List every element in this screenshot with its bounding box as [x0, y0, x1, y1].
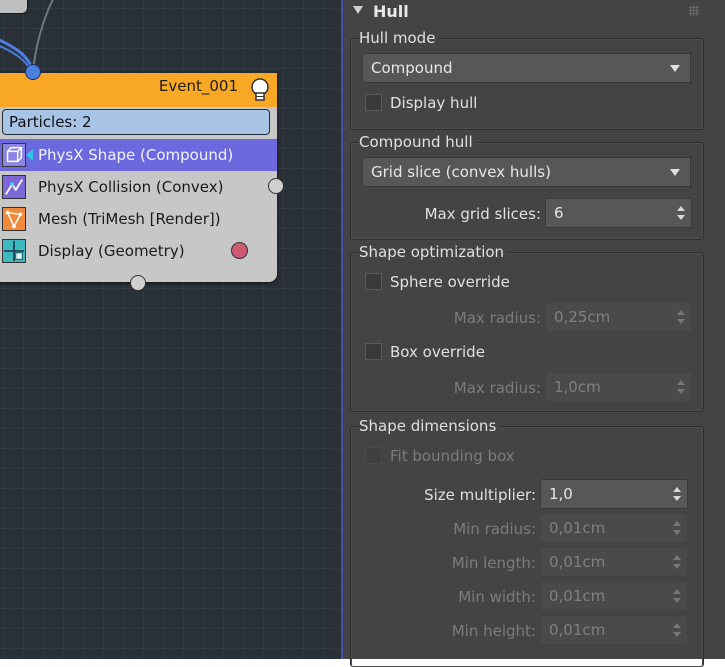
sphere-override-label[interactable]: Sphere override	[390, 273, 510, 291]
fit-bounding-box-label[interactable]: Fit bounding box	[390, 447, 515, 465]
lightbulb-icon[interactable]	[250, 77, 270, 103]
box-max-radius-spinner[interactable]: 1,0cm	[545, 372, 692, 402]
compound-method-dropdown[interactable]: Grid slice (convex hulls)	[362, 157, 691, 187]
spin-up-icon[interactable]	[673, 623, 681, 628]
spinner-value: 0,01cm	[549, 587, 606, 605]
spin-down-icon[interactable]	[677, 215, 685, 220]
operator-label: PhysX Shape (Compound)	[38, 146, 234, 164]
sphere-max-radius-spinner[interactable]: 0,25cm	[545, 302, 692, 332]
chevron-down-icon	[670, 65, 680, 72]
chevron-down-icon	[670, 169, 680, 176]
spin-up-icon[interactable]	[673, 589, 681, 594]
shape-cube-icon	[2, 143, 26, 167]
input-port[interactable]	[25, 64, 41, 80]
min-length-spinner[interactable]: 0,01cm	[540, 547, 688, 577]
display-grid-icon	[2, 239, 26, 263]
operator-label: Mesh (TriMesh [Render])	[38, 210, 221, 228]
particles-count: Particles: 2	[2, 109, 270, 135]
spinner-value: 0,01cm	[549, 519, 606, 537]
spin-down-icon[interactable]	[673, 496, 681, 501]
group-hull-mode: Hull mode Compound Display hull	[350, 29, 704, 130]
node-output-port[interactable]	[130, 275, 146, 291]
spin-down-icon[interactable]	[673, 632, 681, 637]
min-height-spinner[interactable]: 0,01cm	[540, 615, 688, 645]
size-multiplier-label: Size multiplier:	[424, 486, 536, 504]
spinner-value: 1,0	[549, 485, 573, 503]
spin-up-icon[interactable]	[673, 555, 681, 560]
min-width-spinner[interactable]: 0,01cm	[540, 581, 688, 611]
sphere-override-checkbox[interactable]	[365, 273, 382, 290]
box-max-radius-label: Max radius:	[453, 379, 541, 397]
operator-label: PhysX Collision (Convex)	[38, 178, 224, 196]
max-grid-slices-spinner[interactable]: 6	[545, 198, 692, 228]
particle-view-graph[interactable]: Event_001 Particles: 2 PhysX Shape (Comp…	[0, 0, 341, 659]
operator-display[interactable]: Display (Geometry)	[0, 235, 277, 267]
spin-down-icon[interactable]	[673, 530, 681, 535]
spin-down-icon[interactable]	[673, 564, 681, 569]
spin-up-icon[interactable]	[677, 310, 685, 315]
min-length-label: Min length:	[451, 554, 536, 572]
collapse-arrow-icon[interactable]	[353, 6, 363, 14]
sphere-max-radius-label: Max radius:	[453, 309, 541, 327]
rollout-header-hull[interactable]: Hull	[343, 0, 725, 24]
collision-output-port[interactable]	[268, 178, 284, 194]
event-node-header[interactable]: Event_001	[0, 73, 277, 107]
selected-arrow-icon	[26, 149, 33, 161]
spin-up-icon[interactable]	[677, 206, 685, 211]
grip-icon[interactable]	[689, 6, 699, 16]
link-wire	[32, 0, 54, 73]
display-hull-checkbox[interactable]	[365, 94, 382, 111]
max-grid-slices-label: Max grid slices:	[424, 205, 541, 223]
group-compound-hull: Compound hull Grid slice (convex hulls) …	[350, 133, 704, 240]
collision-icon	[2, 175, 26, 199]
event-node[interactable]: Event_001 Particles: 2 PhysX Shape (Comp…	[0, 73, 277, 282]
spin-up-icon[interactable]	[677, 380, 685, 385]
properties-panel: Hull Hull mode Compound Display hull Com…	[343, 0, 725, 667]
operator-label: Display (Geometry)	[38, 242, 185, 260]
min-radius-label: Min radius:	[453, 520, 536, 538]
size-multiplier-spinner[interactable]: 1,0	[540, 479, 688, 509]
spin-up-icon[interactable]	[673, 487, 681, 492]
group-shape-optimization: Shape optimization Sphere override Max r…	[350, 243, 704, 412]
min-radius-spinner[interactable]: 0,01cm	[540, 513, 688, 543]
rollout-title: Hull	[373, 2, 409, 21]
box-override-checkbox[interactable]	[365, 343, 382, 360]
box-override-label[interactable]: Box override	[390, 343, 485, 361]
operator-physx-shape[interactable]: PhysX Shape (Compound)	[0, 139, 277, 171]
min-height-label: Min height:	[451, 622, 536, 640]
group-title: Shape dimensions	[359, 417, 501, 435]
event-node-title: Event_001	[158, 77, 238, 95]
group-title: Compound hull	[359, 133, 477, 151]
spinner-value: 0,01cm	[549, 553, 606, 571]
spinner-value: 1,0cm	[554, 378, 601, 396]
dropdown-value: Compound	[371, 59, 453, 77]
fit-bounding-box-checkbox[interactable]	[365, 447, 382, 464]
group-shape-dimensions: Shape dimensions Fit bounding box Size m…	[350, 417, 704, 667]
spin-down-icon[interactable]	[677, 389, 685, 394]
operator-mesh[interactable]: Mesh (TriMesh [Render])	[0, 203, 277, 235]
group-title: Hull mode	[359, 29, 440, 47]
spinner-value: 0,01cm	[549, 621, 606, 639]
spinner-value: 6	[554, 204, 564, 222]
display-hull-label[interactable]: Display hull	[390, 94, 477, 112]
spinner-value: 0,25cm	[554, 308, 611, 326]
hull-mode-dropdown[interactable]: Compound	[362, 53, 691, 83]
operator-physx-collision[interactable]: PhysX Collision (Convex)	[0, 171, 277, 203]
min-width-label: Min width:	[458, 588, 536, 606]
spin-down-icon[interactable]	[677, 319, 685, 324]
dropdown-value: Grid slice (convex hulls)	[371, 163, 551, 181]
spin-down-icon[interactable]	[673, 598, 681, 603]
mesh-icon	[2, 207, 26, 231]
spin-up-icon[interactable]	[673, 521, 681, 526]
group-title: Shape optimization	[359, 243, 509, 261]
display-color-swatch[interactable]	[231, 242, 248, 259]
